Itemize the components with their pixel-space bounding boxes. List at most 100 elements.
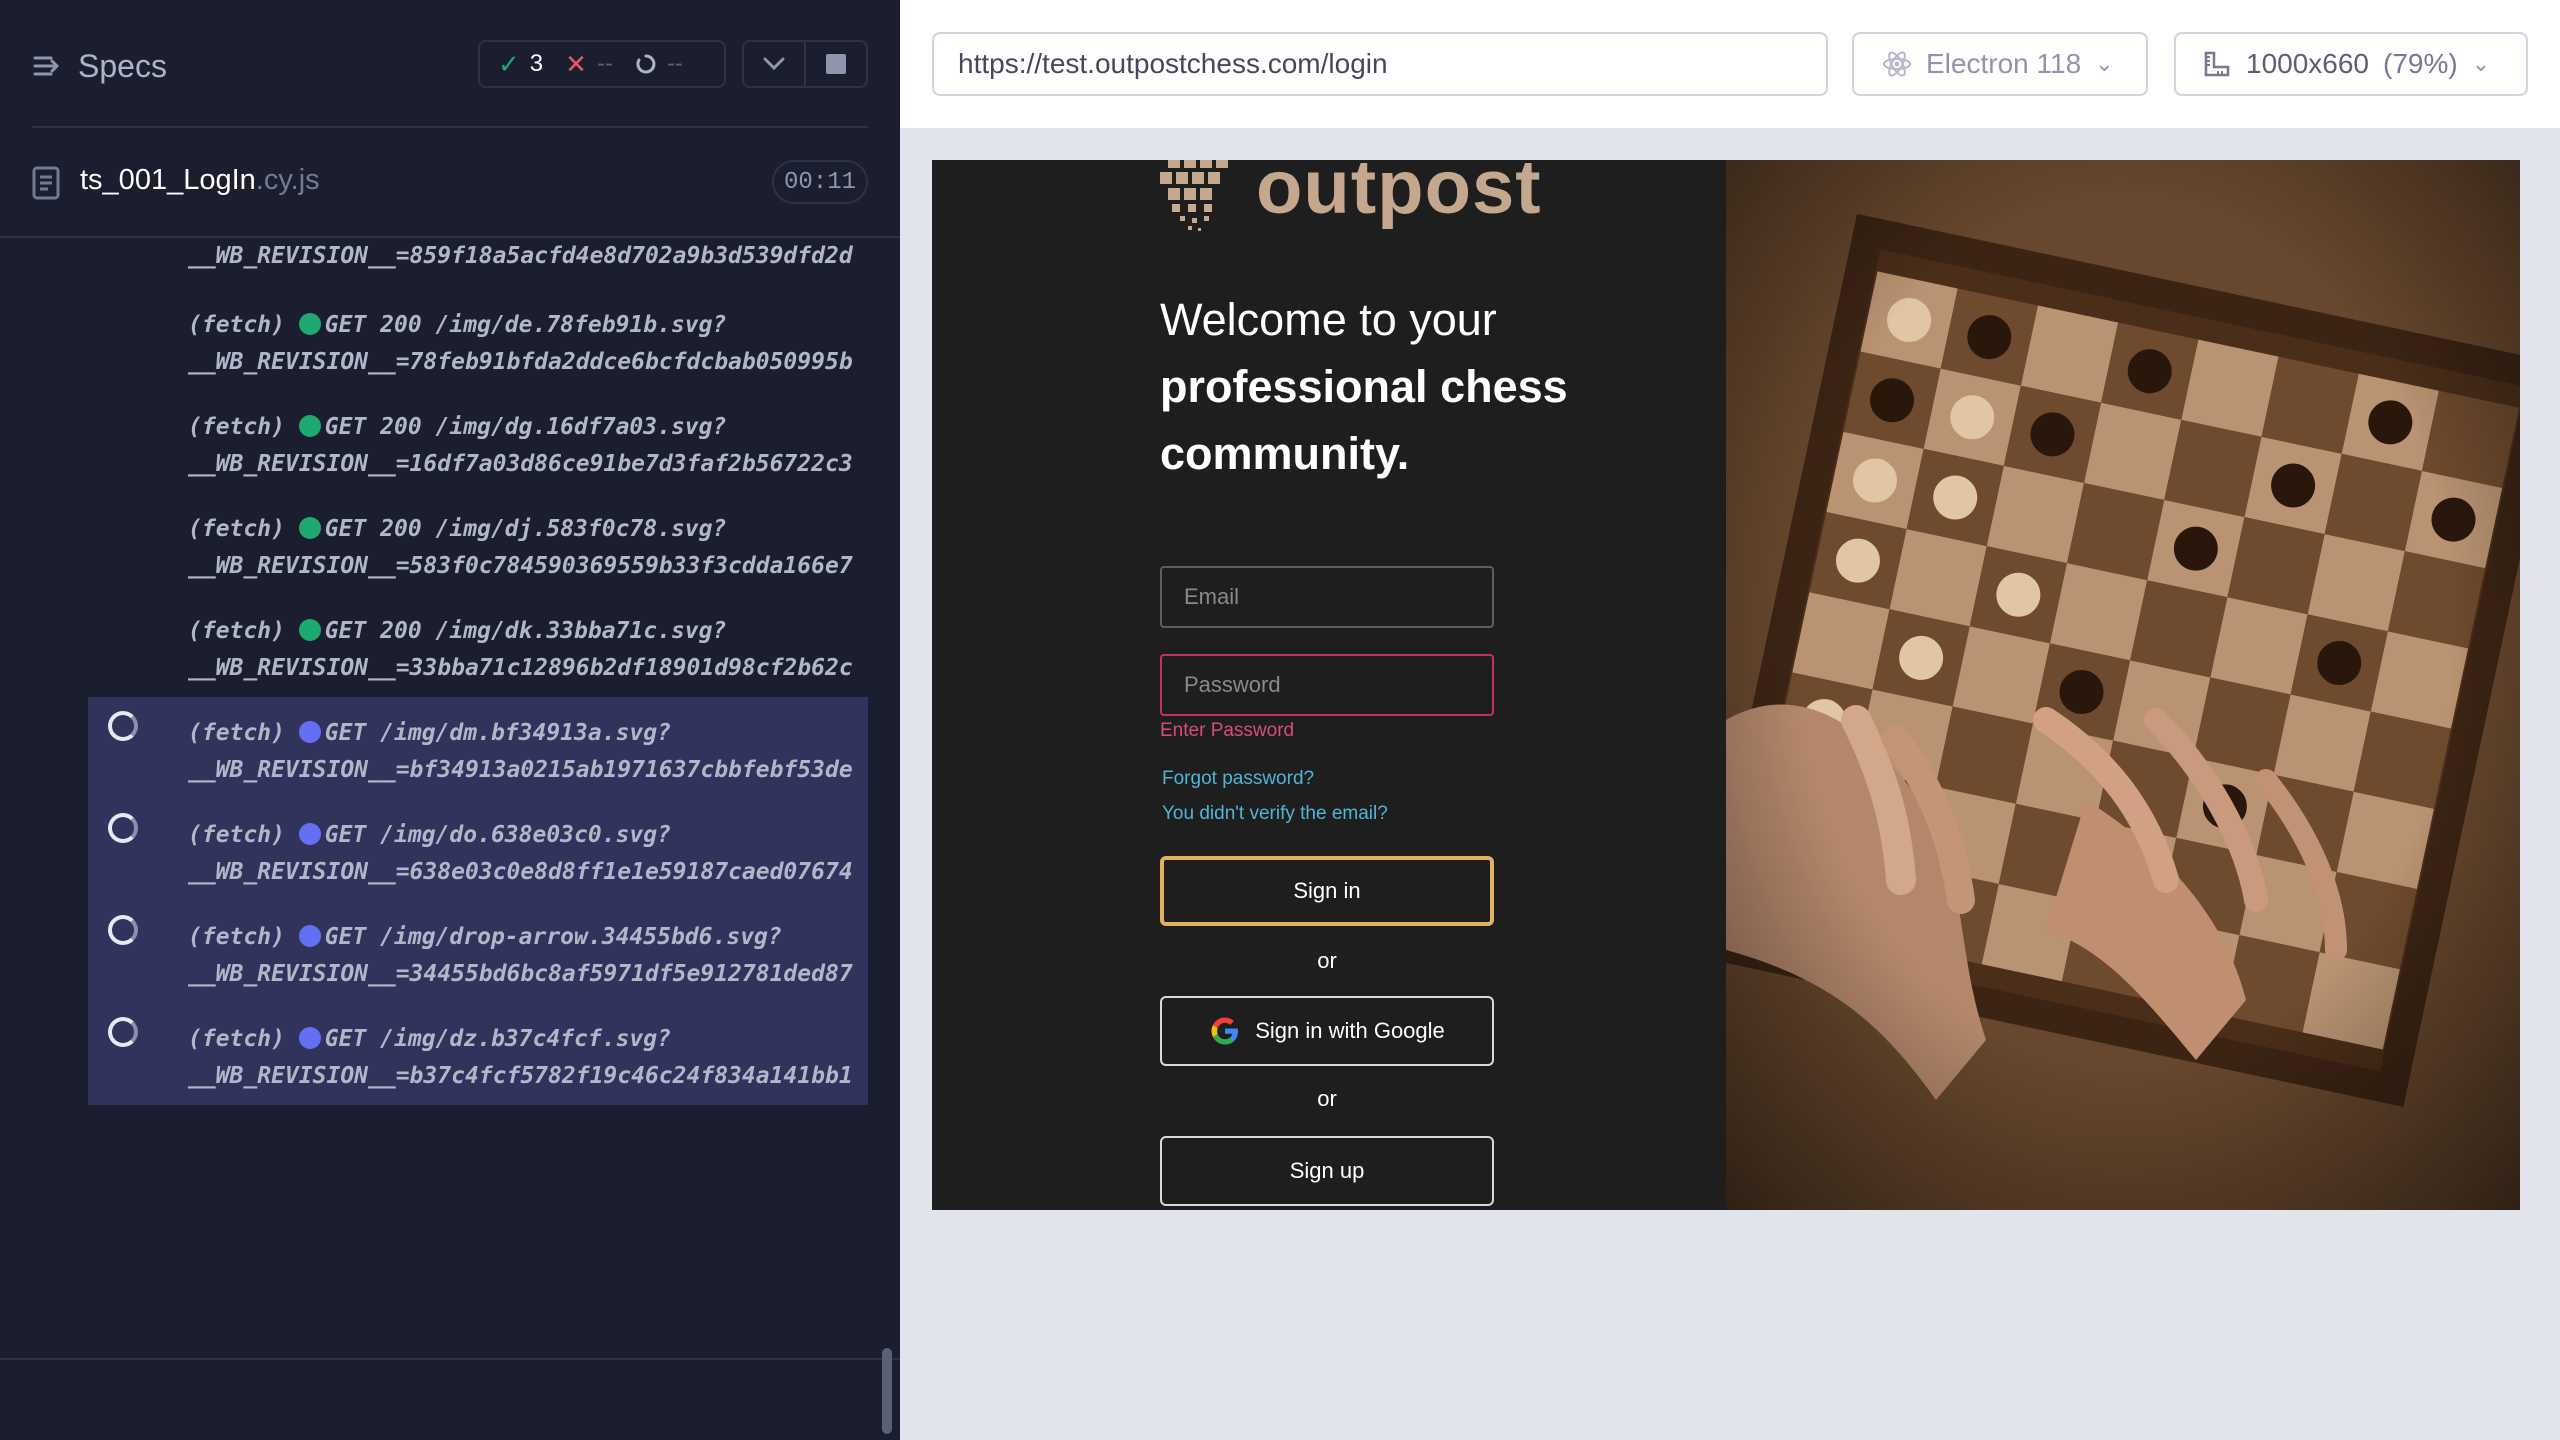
app-under-test: https://test.outpostchess.com/login Elec… (900, 0, 2560, 1440)
chess-board-image (1726, 160, 2520, 1210)
log-prefix: (fetch) (188, 822, 299, 848)
viewport-selector[interactable]: 1000x660 (79%) ⌄ (2174, 32, 2528, 96)
command-log[interactable]: __WB_REVISION__=859f18a5acfd4e8d702a9b3d… (88, 238, 868, 1332)
login-panel: outpost Welcome to your professional che… (932, 160, 1726, 1210)
chevron-down-icon: ⌄ (2095, 51, 2114, 76)
password-field[interactable]: Password (1160, 654, 1494, 716)
viewport-scale: (79%) (2383, 48, 2458, 79)
stop-icon (826, 54, 846, 74)
spinner-icon (108, 915, 138, 945)
sign-in-button[interactable]: Sign in (1160, 856, 1494, 926)
browser-selector[interactable]: Electron 118 ⌄ (1852, 32, 2148, 96)
browser-label: Electron 118 (1926, 48, 2082, 79)
ruler-icon (2204, 51, 2230, 77)
pending-dot-icon (298, 925, 321, 947)
log-revision: __WB_REVISION__=78feb91bfda2ddce6bcfdcba… (188, 349, 853, 375)
spec-title-row: ts_001_LogIn.cy.js 00:11 (0, 150, 900, 216)
specs-toggle-button[interactable]: Specs (32, 46, 167, 86)
check-icon: ✓ (498, 48, 520, 79)
specs-toggle-icon (33, 56, 60, 76)
welcome-heading: Welcome to your professional chess commu… (1160, 294, 1568, 479)
outpost-logo: outpost (1160, 160, 1542, 234)
failed-count: ✕ -- (565, 48, 613, 79)
logo-wordmark: outpost (1256, 160, 1542, 230)
pending-dot-icon (298, 823, 321, 845)
email-field[interactable]: Email (1160, 566, 1494, 628)
test-stats: ✓ 3 ✕ -- -- (478, 40, 726, 88)
log-prefix: (fetch) (188, 924, 299, 950)
log-prefix: (fetch) (188, 1026, 299, 1052)
spinner-icon (108, 711, 138, 741)
command-log-row[interactable]: __WB_REVISION__=859f18a5acfd4e8d702a9b3d… (88, 238, 868, 289)
chess-photo (1726, 160, 2520, 1210)
command-log-row[interactable]: (fetch) GET 200 /img/de.78feb91b.svg? __W… (88, 289, 868, 391)
log-revision: __WB_REVISION__=bf34913a0215ab1971637cbb… (188, 757, 853, 783)
command-log-row[interactable]: (fetch) GET /img/dz.b37c4fcf.svg? __WB_RE… (88, 1003, 868, 1105)
spec-duration-badge: 00:11 (772, 160, 868, 204)
passed-count: ✓ 3 (498, 48, 544, 79)
specs-label: Specs (78, 47, 167, 84)
log-revision: __WB_REVISION__=583f0c784590369559b33f3c… (188, 553, 853, 579)
cypress-reporter: Specs ✓ 3 ✕ -- -- ts_001_LogIn.cy.js 00:… (0, 0, 900, 1440)
log-revision: __WB_REVISION__=16df7a03d86ce91be7d3faf2… (188, 451, 853, 477)
pending-dot-icon (298, 721, 321, 743)
log-revision: __WB_REVISION__=638e03c0e8d8ff1e1e59187c… (188, 859, 853, 885)
chevron-down-icon: ⌄ (2471, 51, 2491, 76)
log-prefix: (fetch) (188, 312, 299, 338)
log-prefix: (fetch) (188, 720, 299, 746)
chevron-down-icon (763, 57, 785, 71)
sign-up-button[interactable]: Sign up (1160, 1136, 1494, 1206)
log-request: GET 200 /img/dj.583f0c78.svg? (324, 516, 727, 542)
command-log-row[interactable]: (fetch) GET /img/dm.bf34913a.svg? __WB_RE… (88, 697, 868, 799)
google-sign-in-button[interactable]: Sign in with Google (1160, 996, 1494, 1066)
google-icon (1211, 1017, 1239, 1045)
auto-scroll-button[interactable] (744, 42, 806, 86)
success-dot-icon (298, 313, 321, 335)
success-dot-icon (298, 517, 321, 539)
command-log-row[interactable]: (fetch) GET 200 /img/dj.583f0c78.svg? __W… (88, 493, 868, 595)
spinner-icon (108, 813, 138, 843)
command-log-row[interactable]: (fetch) GET /img/do.638e03c0.svg? __WB_RE… (88, 799, 868, 901)
log-revision: __WB_REVISION__=33bba71c12896b2df18901d9… (188, 655, 853, 681)
log-request: GET /img/do.638e03c0.svg? (324, 822, 671, 848)
log-revision: __WB_REVISION__=34455bd6bc8af5971df5e912… (188, 961, 853, 987)
log-text: __WB_REVISION__=859f18a5acfd4e8d702a9b3d… (188, 243, 853, 269)
log-request: GET /img/drop-arrow.34455bd6.svg? (324, 924, 782, 950)
electron-icon (1883, 51, 1911, 77)
reporter-scrollbar[interactable] (882, 1348, 892, 1434)
verify-email-link[interactable]: You didn't verify the email? (1162, 803, 1388, 825)
aut-header: https://test.outpostchess.com/login Elec… (900, 0, 2560, 128)
log-prefix: (fetch) (188, 414, 299, 440)
log-request: GET /img/dm.bf34913a.svg? (324, 720, 671, 746)
log-request: GET 200 /img/dg.16df7a03.svg? (324, 414, 727, 440)
command-log-row[interactable]: (fetch) GET 200 /img/dg.16df7a03.svg? __W… (88, 391, 868, 493)
password-error: Enter Password (1160, 720, 1295, 741)
log-prefix: (fetch) (188, 618, 299, 644)
log-prefix: (fetch) (188, 516, 299, 542)
log-bottom-divider (0, 1358, 900, 1360)
forgot-password-link[interactable]: Forgot password? (1162, 768, 1314, 790)
command-log-row[interactable]: (fetch) GET /img/drop-arrow.34455bd6.svg… (88, 901, 868, 1003)
url-bar[interactable]: https://test.outpostchess.com/login (932, 32, 1828, 96)
log-request: GET /img/dz.b37c4fcf.svg? (324, 1026, 671, 1052)
pending-count: -- (635, 50, 683, 78)
command-log-row[interactable]: (fetch) GET 200 /img/dk.33bba71c.svg? __W… (88, 595, 868, 697)
stop-button[interactable] (806, 42, 866, 86)
viewport-size: 1000x660 (2246, 48, 2370, 79)
reporter-header: Specs ✓ 3 ✕ -- -- (0, 0, 900, 128)
spinner-icon (636, 54, 656, 74)
app-iframe: outpost Welcome to your professional che… (932, 160, 2520, 1210)
pending-dot-icon (298, 1027, 321, 1049)
spec-filename: ts_001_LogIn.cy.js (80, 164, 320, 196)
header-divider (32, 126, 868, 128)
google-button-label: Sign in with Google (1255, 1018, 1445, 1043)
success-dot-icon (298, 619, 321, 641)
run-controls (742, 40, 868, 88)
log-revision: __WB_REVISION__=b37c4fcf5782f19c46c24f83… (188, 1063, 853, 1089)
success-dot-icon (298, 415, 321, 437)
file-icon (32, 166, 60, 200)
x-icon: ✕ (565, 48, 587, 79)
log-request: GET 200 /img/dk.33bba71c.svg? (324, 618, 727, 644)
spinner-icon (108, 1017, 138, 1047)
or-divider: or (1317, 1086, 1337, 1111)
